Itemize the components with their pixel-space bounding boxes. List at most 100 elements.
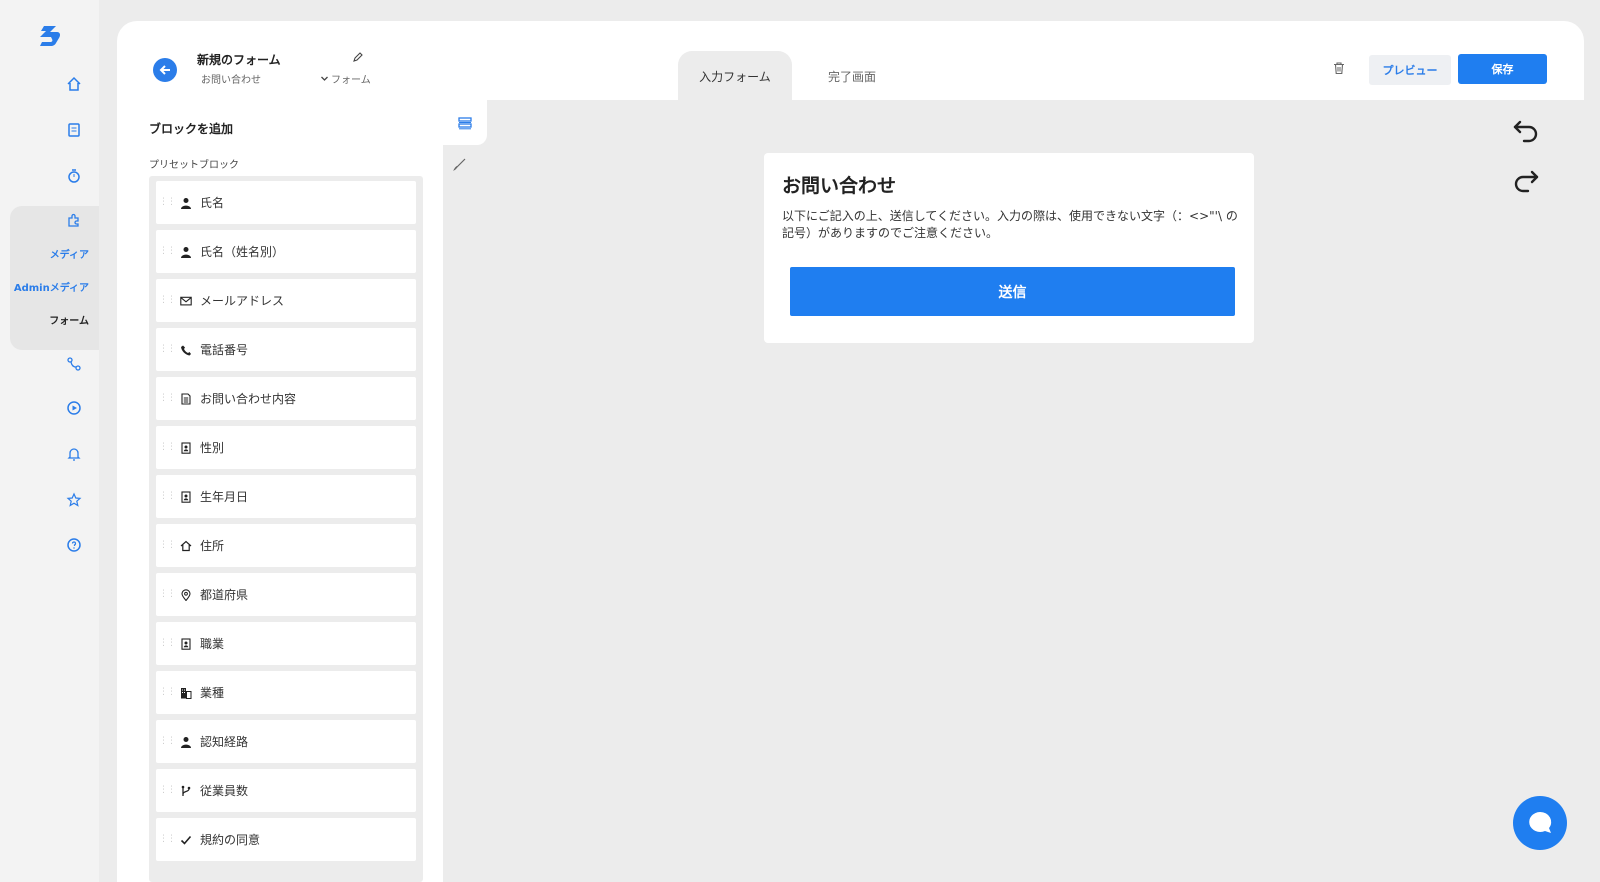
left-nav: メディア Adminメディア フォーム [0, 0, 99, 882]
star-icon[interactable] [64, 490, 84, 510]
panel-title: ブロックを追加 [149, 122, 234, 136]
form-title: 新規のフォーム [197, 53, 281, 67]
drag-handle-icon[interactable]: ⋮⋮ [159, 638, 176, 648]
block-item-prefecture[interactable]: ⋮⋮ 都道府県 [156, 573, 416, 616]
redo-icon[interactable] [1512, 167, 1540, 195]
block-item-label: 業種 [200, 686, 225, 700]
chat-button[interactable] [1513, 796, 1567, 850]
document-icon [179, 392, 193, 406]
block-item-label: 電話番号 [200, 343, 249, 357]
block-item-label: 認知経路 [200, 735, 249, 749]
block-item-birthday[interactable]: ⋮⋮ 生年月日 [156, 475, 416, 518]
block-item-label: 職業 [200, 637, 225, 651]
drag-handle-icon[interactable]: ⋮⋮ [159, 442, 176, 452]
timer-icon[interactable] [64, 166, 84, 186]
form-preview: お問い合わせ 以下にご記入の上、送信してください。入力の際は、使用できない文字（… [764, 153, 1254, 343]
block-tool-strip [443, 100, 487, 145]
app-logo[interactable] [38, 22, 64, 48]
block-item-gender[interactable]: ⋮⋮ 性別 [156, 426, 416, 469]
block-item-label: 氏名（姓名別） [200, 245, 285, 259]
drag-handle-icon[interactable]: ⋮⋮ [159, 834, 176, 844]
block-item-name-split[interactable]: ⋮⋮ 氏名（姓名別） [156, 230, 416, 273]
pencil-icon[interactable] [352, 51, 364, 63]
building-icon [179, 686, 193, 700]
drag-handle-icon[interactable]: ⋮⋮ [159, 540, 176, 550]
brush-icon[interactable] [453, 157, 467, 171]
block-item-label: 従業員数 [200, 784, 249, 798]
id-badge-icon [179, 441, 193, 455]
block-item-address[interactable]: ⋮⋮ 住所 [156, 524, 416, 567]
person-icon [179, 735, 193, 749]
block-item-inquiry[interactable]: ⋮⋮ お問い合わせ内容 [156, 377, 416, 420]
branch-icon [179, 784, 193, 798]
block-item-label: メールアドレス [200, 294, 285, 308]
drag-handle-icon[interactable]: ⋮⋮ [159, 295, 176, 305]
mail-icon [179, 294, 193, 308]
drag-handle-icon[interactable]: ⋮⋮ [159, 246, 176, 256]
form-type-select[interactable]: フォーム [320, 71, 371, 86]
tab-input-form[interactable]: 入力フォーム [678, 51, 792, 101]
id-badge-icon [179, 637, 193, 651]
drag-handle-icon[interactable]: ⋮⋮ [159, 785, 176, 795]
form-type-label: フォーム [331, 75, 371, 86]
block-item-label: 規約の同意 [200, 833, 261, 847]
tab-complete-screen[interactable]: 完了画面 [797, 51, 907, 101]
block-item-label: 住所 [200, 539, 225, 553]
id-badge-icon [179, 490, 193, 504]
save-button[interactable]: 保存 [1458, 54, 1547, 84]
home-icon [179, 539, 193, 553]
block-item-employees[interactable]: ⋮⋮ 従業員数 [156, 769, 416, 812]
drag-handle-icon[interactable]: ⋮⋮ [159, 589, 176, 599]
back-button[interactable] [153, 58, 177, 82]
nav-sub-media[interactable]: メディア [50, 246, 89, 261]
location-pin-icon [179, 588, 193, 602]
drag-handle-icon[interactable]: ⋮⋮ [159, 736, 176, 746]
drag-handle-icon[interactable]: ⋮⋮ [159, 491, 176, 501]
route-icon[interactable] [64, 354, 84, 374]
page-icon[interactable] [64, 120, 84, 140]
block-item-label: 生年月日 [200, 490, 249, 504]
block-item-terms[interactable]: ⋮⋮ 規約の同意 [156, 818, 416, 861]
preset-block-list: ⋮⋮ 氏名 ⋮⋮ 氏名（姓名別） ⋮⋮ メールアドレス ⋮⋮ 電話番号 ⋮⋮ お… [149, 176, 423, 882]
play-circle-icon[interactable] [64, 398, 84, 418]
block-panel: ブロックを追加 プリセットブロック ⋮⋮ 氏名 ⋮⋮ 氏名（姓名別） ⋮⋮ メー… [117, 100, 443, 882]
phone-icon [179, 343, 193, 357]
trash-icon[interactable] [1332, 61, 1346, 75]
preview-title: お問い合わせ [782, 175, 897, 197]
block-item-label: 氏名 [200, 196, 225, 210]
form-subtitle: お問い合わせ [201, 75, 261, 86]
editor-card: 新規のフォーム お問い合わせ フォーム 入力フォーム 完了画面 プレビュー 保存… [117, 21, 1584, 882]
block-item-industry[interactable]: ⋮⋮ 業種 [156, 671, 416, 714]
nav-group-media: メディア Adminメディア フォーム [10, 206, 99, 350]
bell-icon[interactable] [64, 444, 84, 464]
panel-subtitle: プリセットブロック [149, 160, 239, 171]
drag-handle-icon[interactable]: ⋮⋮ [159, 344, 176, 354]
puzzle-icon[interactable] [64, 210, 84, 230]
arrow-left-icon [159, 65, 170, 75]
home-icon[interactable] [64, 74, 84, 94]
person-icon [179, 196, 193, 210]
drag-handle-icon[interactable]: ⋮⋮ [159, 687, 176, 697]
block-item-referral[interactable]: ⋮⋮ 認知経路 [156, 720, 416, 763]
person-icon [179, 245, 193, 259]
undo-icon[interactable] [1512, 117, 1540, 145]
nav-sub-form[interactable]: フォーム [49, 312, 89, 327]
check-icon [179, 833, 193, 847]
chat-bubble-icon [1529, 811, 1552, 833]
submit-button[interactable]: 送信 [790, 267, 1235, 316]
block-item-name[interactable]: ⋮⋮ 氏名 [156, 181, 416, 224]
block-item-email[interactable]: ⋮⋮ メールアドレス [156, 279, 416, 322]
block-item-label: お問い合わせ内容 [200, 392, 297, 406]
preview-button[interactable]: プレビュー [1369, 55, 1451, 85]
block-item-label: 都道府県 [200, 588, 249, 602]
chevron-down-icon [321, 76, 328, 81]
help-icon[interactable] [64, 535, 84, 555]
block-item-label: 性別 [200, 441, 225, 455]
layers-icon[interactable] [457, 115, 473, 131]
block-item-phone[interactable]: ⋮⋮ 電話番号 [156, 328, 416, 371]
drag-handle-icon[interactable]: ⋮⋮ [159, 393, 176, 403]
preview-description: 以下にご記入の上、送信してください。入力の際は、使用できない文字（：<>"'\ … [782, 209, 1238, 240]
nav-sub-admin-media[interactable]: Adminメディア [14, 279, 89, 294]
drag-handle-icon[interactable]: ⋮⋮ [159, 197, 176, 207]
block-item-occupation[interactable]: ⋮⋮ 職業 [156, 622, 416, 665]
